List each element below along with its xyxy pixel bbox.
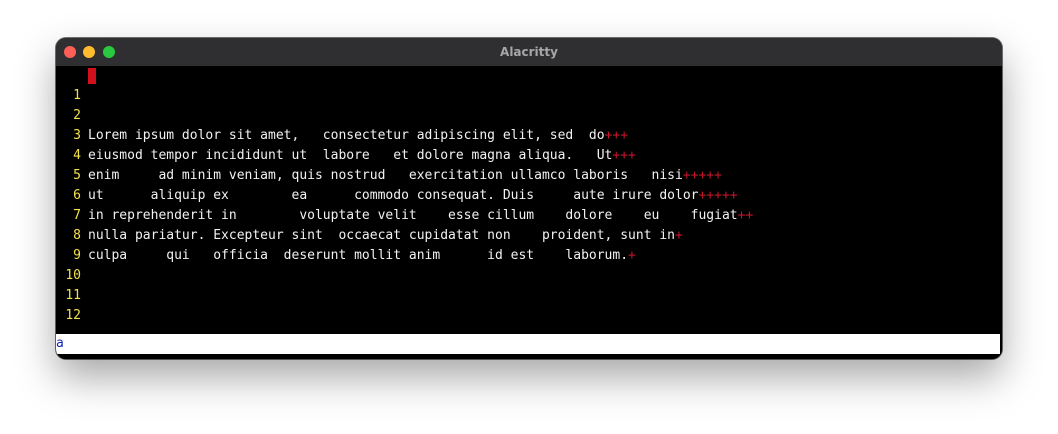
trailing-whitespace-marker: + [628,248,636,263]
trailing-whitespace-marker: +++++ [682,168,722,183]
trailing-whitespace-marker: +++ [612,148,636,163]
editor-line: 7 nulla pariatur. Excepteur sint occaeca… [56,186,683,243]
editor-line: 9 [56,226,103,263]
line-number: 12 [65,308,81,323]
command-line-text: a [56,336,64,351]
window-title: Alacritty [500,45,558,59]
editor-line: 12 [56,286,103,323]
trailing-whitespace-marker: + [675,228,683,243]
editor-line: 6 in reprehenderit in voluptate velit es… [56,166,753,223]
editor-line: 4 enim ad minim veniam, quis nostrud exe… [56,126,722,183]
line-text: eiusmod tempor incididunt ut labore et d… [88,148,636,163]
title-bar: Alacritty [56,38,1002,67]
trailing-whitespace-marker: +++++ [698,188,738,203]
command-line[interactable]: a [56,334,1000,354]
editor-line: 3 eiusmod tempor incididunt ut labore et… [56,106,636,163]
editor-line: 8 culpa qui officia deserunt mollit anim… [56,206,636,263]
line-text: Lorem ipsum dolor sit amet, consectetur … [88,128,629,143]
text-cursor [88,68,96,84]
editor-line: 5 ut aliquip ex ea commodo consequat. Du… [56,146,737,203]
terminal-window: Alacritty 1 2 Lorem ipsum dolor sit amet… [56,38,1002,359]
line-text: ut aliquip ex ea commodo consequat. Duis… [88,188,738,203]
line-text: nulla pariatur. Excepteur sint occaecat … [88,228,683,243]
trailing-whitespace-marker: +++ [604,128,629,143]
line-text: enim ad minim veniam, quis nostrud exerc… [88,168,722,183]
editor-line: 1 [56,66,103,103]
terminal-content[interactable]: 1 2 Lorem ipsum dolor sit amet, consecte… [56,66,1002,359]
editor-line: 11 [56,266,103,303]
trailing-whitespace-marker: ++ [737,208,754,223]
editor-line: 10 [56,246,103,283]
line-text: in reprehenderit in voluptate velit esse… [88,208,754,223]
line-text: culpa qui officia deserunt mollit anim i… [88,248,636,263]
editor-line: 2 Lorem ipsum dolor sit amet, consectetu… [56,86,628,143]
